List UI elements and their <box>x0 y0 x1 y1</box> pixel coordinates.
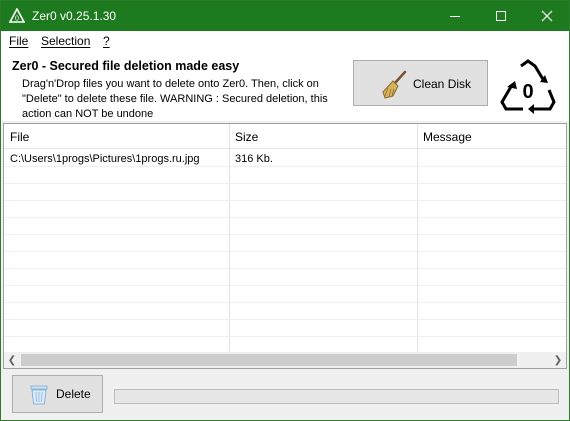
scroll-left-icon[interactable]: ❮ <box>4 353 20 368</box>
column-divider <box>229 124 230 352</box>
row-line <box>4 200 566 201</box>
header-panel: Zer0 - Secured file deletion made easy D… <box>1 51 569 121</box>
logo-number: 0 <box>522 81 533 103</box>
instructions-line: Drag'n'Drop files you want to delete ont… <box>22 78 319 90</box>
close-button[interactable] <box>524 1 569 31</box>
instructions-text: Drag'n'Drop files you want to delete ont… <box>22 77 334 122</box>
footer-panel: Delete <box>1 370 569 420</box>
column-header-file[interactable]: File <box>4 124 229 149</box>
column-header-message[interactable]: Message <box>417 124 566 149</box>
row-line <box>4 183 566 184</box>
row-line <box>4 319 566 320</box>
row-line <box>4 285 566 286</box>
trash-icon <box>30 385 48 405</box>
menu-file[interactable]: File <box>9 34 28 48</box>
delete-button[interactable]: Delete <box>12 375 103 413</box>
window-title: Zer0 v0.25.1.30 <box>32 9 117 23</box>
column-divider <box>417 124 418 352</box>
row-line <box>4 268 566 269</box>
maximize-icon <box>496 11 506 21</box>
row-line <box>4 234 566 235</box>
menu-bar: File Selection ? <box>1 31 569 51</box>
clean-disk-label: Clean Disk <box>413 77 472 91</box>
row-line <box>4 251 566 252</box>
menu-selection[interactable]: Selection <box>41 34 90 48</box>
row-line <box>4 217 566 218</box>
title-bar: 0 Zer0 v0.25.1.30 <box>1 1 569 31</box>
close-icon <box>541 10 553 22</box>
clean-disk-button[interactable]: Clean Disk <box>353 60 488 106</box>
recycle-logo: 0 <box>500 59 556 114</box>
app-heading: Zer0 - Secured file deletion made easy <box>12 59 240 73</box>
row-line <box>4 336 566 337</box>
broom-icon <box>382 70 407 99</box>
delete-label: Delete <box>56 387 91 401</box>
recycle-app-icon: 0 <box>9 8 25 23</box>
row-line <box>4 166 566 167</box>
app-window: 0 Zer0 v0.25.1.30 File Selection ? Zer0 … <box>0 0 570 421</box>
progress-bar <box>114 389 559 404</box>
file-path-cell: C:\Users\1progs\Pictures\1progs.ru.jpg <box>10 153 200 165</box>
horizontal-scrollbar[interactable]: ❮ ❯ <box>4 352 566 368</box>
row-line <box>4 302 566 303</box>
column-header-size[interactable]: Size <box>229 124 417 149</box>
file-size-cell: 316 Kb. <box>235 153 273 165</box>
svg-text:0: 0 <box>15 16 19 23</box>
minimize-icon <box>450 16 460 17</box>
menu-help[interactable]: ? <box>103 34 110 48</box>
maximize-button[interactable] <box>478 1 524 31</box>
scroll-right-icon[interactable]: ❯ <box>550 353 566 368</box>
file-list[interactable]: File Size Message C:\Users\1progs\Pictur… <box>3 123 567 369</box>
instructions-line: "Delete" to delete these file. WARNING :… <box>22 93 328 105</box>
scrollbar-thumb[interactable] <box>21 354 517 366</box>
minimize-button[interactable] <box>432 1 478 31</box>
instructions-line: action can NOT be undone <box>22 108 154 120</box>
